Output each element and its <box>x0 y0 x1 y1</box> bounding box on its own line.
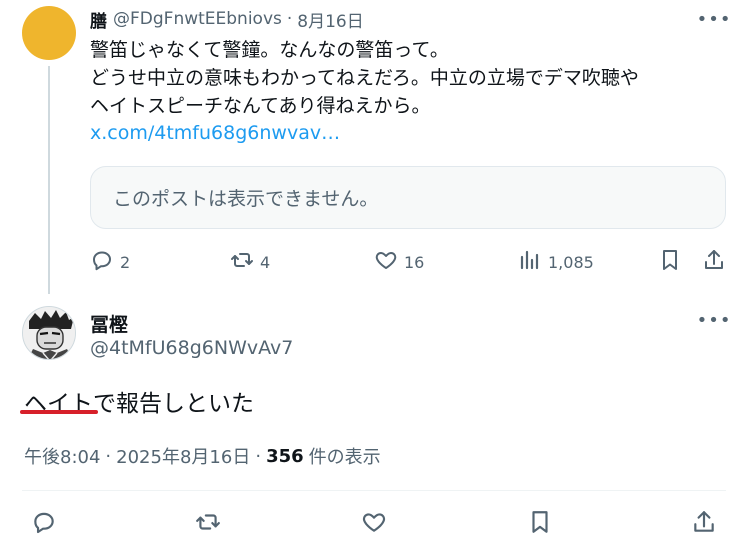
bookmark-icon <box>527 509 553 539</box>
reply-handle[interactable]: @4tMfU68g6NWvAv7 <box>90 337 293 359</box>
repost-button[interactable]: 4 <box>230 246 270 278</box>
views-button[interactable]: 1,085 <box>518 246 594 278</box>
repost-button[interactable] <box>195 508 221 540</box>
parent-post-link[interactable]: x.com/4tmfu68g6nwvav… <box>90 122 340 144</box>
reply-meta: 午後8:04 · 2025年8月16日 · 356 件の表示 <box>24 443 381 469</box>
parent-handle[interactable]: @FDgFnwtEEbniovs <box>113 9 282 29</box>
share-button[interactable] <box>691 508 717 540</box>
views-count: 1,085 <box>548 252 594 272</box>
reply-avatar[interactable] <box>22 306 76 360</box>
reply-icon <box>90 248 114 276</box>
repost-count: 4 <box>260 252 271 272</box>
header-separator: · <box>286 9 293 29</box>
parent-avatar[interactable] <box>22 6 76 60</box>
thread-connector-line <box>48 66 50 294</box>
parent-header: 膳 @FDgFnwtEEbniovs · 8月16日 <box>90 7 364 32</box>
meta-separator: · <box>105 445 112 467</box>
reply-button[interactable]: 2 <box>90 246 130 278</box>
quoted-post-unavailable: このポストは表示できません。 <box>90 166 726 229</box>
like-button[interactable]: 16 <box>374 246 424 278</box>
divider <box>22 490 726 491</box>
repost-icon <box>195 509 221 539</box>
red-underline-annotation <box>20 410 98 414</box>
reply-time[interactable]: 午後8:04 <box>24 443 100 469</box>
bookmark-button[interactable] <box>527 508 553 540</box>
reply-icon <box>31 509 57 539</box>
meta-separator: · <box>255 445 262 467</box>
reply-views-label: 件の表示 <box>308 447 381 468</box>
parent-action-bar: 2 4 16 1,085 <box>90 246 730 278</box>
repost-icon <box>230 248 254 276</box>
reply-display-name[interactable]: 冨樫 <box>90 310 128 337</box>
like-button[interactable] <box>361 508 387 540</box>
parent-date[interactable]: 8月16日 <box>297 7 363 32</box>
bookmark-icon <box>658 248 682 276</box>
heart-icon <box>374 248 398 276</box>
parent-more-options-button[interactable]: ••• <box>696 8 732 30</box>
parent-post-text: 警笛じゃなくて警鐘。なんなの警笛って。 どうせ中立の意味もわかってねえだろ。中立… <box>90 39 639 117</box>
reply-more-options-button[interactable]: ••• <box>696 309 732 331</box>
share-icon <box>691 509 717 539</box>
reply-count: 2 <box>120 252 131 272</box>
more-icon: ••• <box>696 8 732 30</box>
reply-action-bar <box>0 508 745 544</box>
reply-button[interactable] <box>31 508 57 540</box>
like-count: 16 <box>404 252 425 272</box>
quoted-post-message: このポストは表示できません。 <box>113 188 379 210</box>
views-icon <box>518 248 542 276</box>
heart-icon <box>361 509 387 539</box>
parent-display-name[interactable]: 膳 <box>90 7 107 32</box>
share-button[interactable] <box>702 246 726 278</box>
more-icon: ••• <box>696 309 732 331</box>
bookmark-button[interactable] <box>658 246 682 278</box>
reply-views-count: 356 <box>266 445 304 467</box>
share-icon <box>702 248 726 276</box>
reply-date[interactable]: 2025年8月16日 <box>116 443 250 469</box>
